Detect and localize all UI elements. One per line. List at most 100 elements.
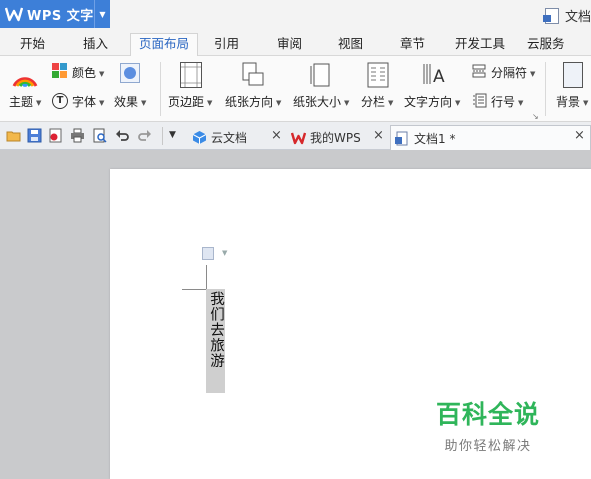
orientation-button[interactable]: 纸张方向 ▼ [225, 93, 281, 110]
document-icon [542, 7, 559, 24]
svg-text:A: A [433, 67, 445, 87]
theme-label: 主题 [9, 95, 34, 109]
page-background-icon [563, 62, 583, 88]
tab-developer[interactable]: 开发工具 [447, 34, 513, 56]
tab-cloud-docs-label: 云文档 [211, 131, 248, 145]
toolbar-divider [162, 127, 163, 145]
page-orientation-icon [242, 62, 264, 88]
customize-toolbar-caret-icon[interactable]: ▼ [169, 130, 184, 145]
app-name: WPS 文字 [27, 8, 94, 24]
orientation-label: 纸张方向 [225, 95, 274, 109]
document-page[interactable]: ▼ 我们去旅游 百科全说 助你轻松解决 [110, 169, 591, 479]
vertical-text-selection[interactable]: 我们去旅游 [206, 289, 225, 393]
tab-section[interactable]: 章节 [392, 34, 433, 56]
app-menu-caret-icon[interactable]: ▼ [94, 0, 110, 28]
effect-label: 效果 [114, 95, 139, 109]
tab-my-wps-label: 我的WPS [310, 131, 361, 145]
watermark-subtitle: 助你轻松解决 [444, 439, 532, 454]
font-theme-icon: T [52, 93, 68, 109]
margins-caret-icon: ▼ [207, 98, 213, 107]
tab-document1-label: 文档1 * [414, 131, 456, 146]
margin-corner-mark-horizontal [182, 289, 208, 290]
font-label: 字体 [72, 95, 97, 109]
effect-caret-icon: ▼ [141, 98, 147, 107]
save-icon[interactable] [27, 128, 42, 143]
title-bar: WPS 文字 ▼ 文档 [0, 0, 591, 30]
line-numbers-button[interactable]: 行号 ▼ [491, 93, 523, 110]
color-caret-icon: ▼ [99, 69, 105, 78]
text-direction-button[interactable]: 文字方向 ▼ [404, 93, 460, 110]
close-my-wps-tab-icon[interactable]: × [373, 128, 384, 143]
watermark-title: 百科全说 [436, 400, 541, 429]
background-caret-icon: ▼ [583, 98, 589, 107]
window-title-text: 文档 [564, 10, 591, 25]
margins-button[interactable]: 页边距 ▼ [168, 93, 212, 110]
background-button[interactable]: 背景 ▼ [556, 93, 588, 110]
tab-document1[interactable]: 文档1 * [390, 125, 591, 150]
columns-icon [367, 62, 389, 88]
columns-label: 分栏 [361, 95, 386, 109]
export-pdf-icon[interactable] [48, 128, 63, 143]
tab-page-layout[interactable]: 页面布局 [130, 33, 199, 57]
tab-home[interactable]: 开始 [12, 34, 53, 56]
tab-view[interactable]: 视图 [330, 34, 371, 56]
color-palette-icon [52, 63, 68, 79]
dialog-launcher-icon[interactable]: ↘ [532, 112, 539, 121]
line-numbers-label: 行号 [491, 95, 516, 109]
theme-button[interactable]: 主题 ▼ [9, 93, 41, 110]
page-size-label: 纸张大小 [293, 95, 342, 109]
ribbon-divider [160, 62, 161, 116]
print-icon[interactable] [70, 128, 85, 143]
quick-access-toolbar: ▼ 云文档 × 我的WPS × 文档1 * × [0, 122, 591, 150]
page-size-icon [310, 62, 332, 88]
background-label: 背景 [556, 95, 581, 109]
breaks-label: 分隔符 [491, 66, 528, 80]
tab-insert[interactable]: 插入 [75, 34, 116, 56]
window-doc-title: 文档 [542, 6, 591, 25]
margin-corner-mark-vertical [206, 265, 207, 291]
close-document1-tab-icon[interactable]: × [574, 128, 585, 143]
tab-references[interactable]: 引用 [206, 34, 247, 56]
font-caret-icon: ▼ [99, 98, 105, 107]
breaks-button[interactable]: 分隔符 ▼ [491, 64, 535, 81]
page-margins-icon [180, 62, 202, 88]
page-size-button[interactable]: 纸张大小 ▼ [293, 93, 349, 110]
tab-review[interactable]: 审阅 [269, 34, 310, 56]
wps-red-logo-icon [290, 130, 307, 145]
print-preview-icon[interactable] [92, 128, 107, 143]
line-numbers-icon [472, 93, 487, 108]
breaks-icon [472, 64, 487, 78]
breaks-caret-icon: ▼ [530, 69, 536, 78]
cloud-docs-cube-icon [192, 130, 207, 145]
page-size-caret-icon: ▼ [344, 98, 350, 107]
paste-options-icon[interactable] [202, 247, 214, 260]
text-direction-caret-icon: ▼ [455, 98, 461, 107]
paste-options-caret-icon[interactable]: ▼ [222, 249, 227, 257]
wps-logo-icon [4, 5, 24, 23]
open-folder-icon[interactable] [6, 128, 21, 143]
color-label: 颜色 [72, 66, 97, 80]
columns-caret-icon: ▼ [388, 98, 394, 107]
line-numbers-caret-icon: ▼ [518, 98, 524, 107]
theme-caret-icon: ▼ [36, 98, 42, 107]
ribbon-divider [545, 62, 546, 116]
close-cloud-docs-tab-icon[interactable]: × [271, 128, 282, 143]
watermark: 百科全说 助你轻松解决 [436, 395, 540, 454]
text-direction-label: 文字方向 [404, 95, 453, 109]
effect-button[interactable]: 效果 ▼ [114, 93, 146, 110]
tab-cloud-service[interactable]: 云服务 [519, 34, 573, 56]
effect-icon [120, 63, 140, 83]
columns-button[interactable]: 分栏 ▼ [361, 93, 393, 110]
app-menu-button[interactable]: WPS 文字 ▼ [0, 0, 110, 28]
undo-icon[interactable] [115, 128, 130, 143]
ribbon: 主题 ▼ 颜色 ▼ T 字体 ▼ 效果 ▼ 页边距 ▼ 纸张方向 ▼ 纸张大小 ▼ 分栏 ▼ A… [0, 56, 591, 122]
word-document-icon [395, 131, 408, 146]
document-workspace: ▼ 我们去旅游 百科全说 助你轻松解决 [0, 151, 591, 479]
text-direction-icon: A [422, 62, 446, 88]
color-button[interactable]: 颜色 ▼ [72, 64, 104, 81]
margins-label: 页边距 [168, 95, 205, 109]
redo-icon[interactable] [137, 128, 152, 143]
font-button[interactable]: 字体 ▼ [72, 93, 104, 110]
orientation-caret-icon: ▼ [276, 98, 282, 107]
menu-bar: 开始 插入 页面布局 引用 审阅 视图 章节 开发工具 云服务 [0, 30, 591, 57]
